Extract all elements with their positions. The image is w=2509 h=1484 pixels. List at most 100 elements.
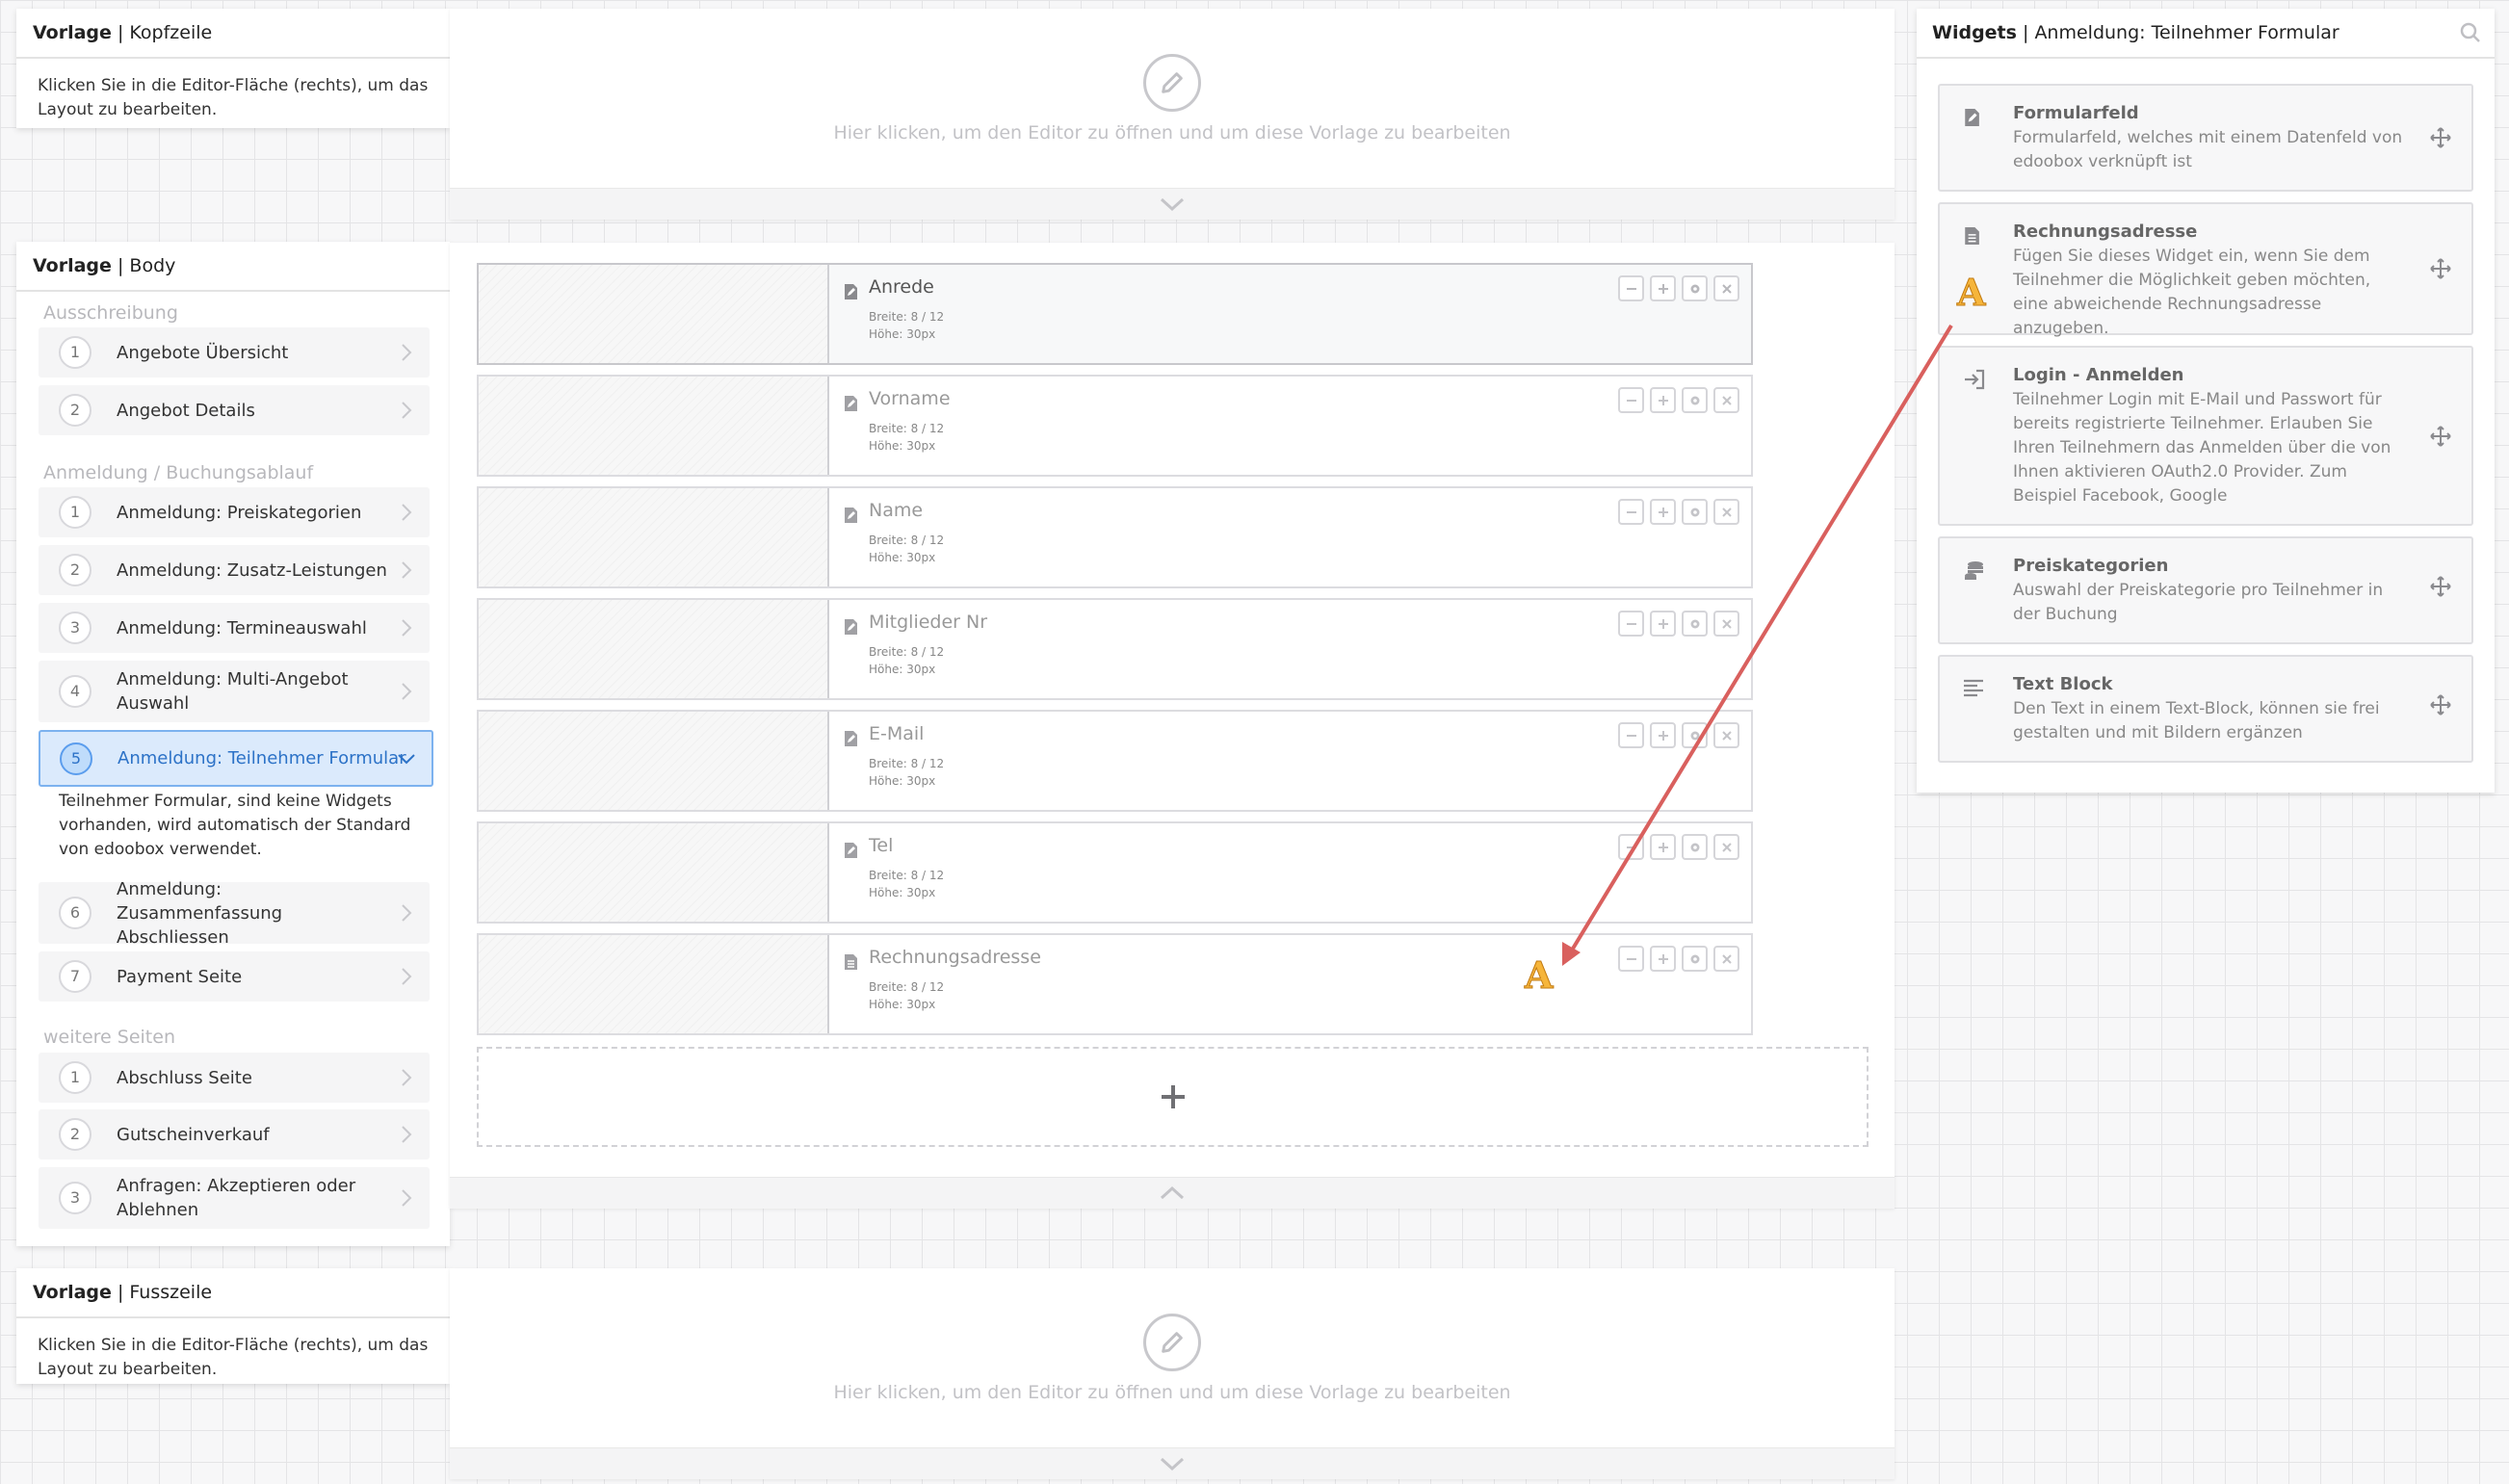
pencil-icon[interactable]: [1143, 54, 1201, 112]
settings-button[interactable]: [1682, 722, 1708, 748]
row-controls: [1618, 946, 1739, 972]
decrease-width-button[interactable]: [1618, 275, 1644, 301]
remove-button[interactable]: [1713, 499, 1739, 525]
form-row-email[interactable]: E-Mail Breite: 8 / 12 Höhe: 30px: [477, 710, 1753, 812]
header-template-title: Vorlage | Kopfzeile: [16, 9, 450, 59]
row-title: E-Mail: [869, 723, 925, 744]
decrease-width-button[interactable]: [1618, 387, 1644, 413]
settings-button[interactable]: [1682, 834, 1708, 860]
chevron-right-icon: [402, 561, 412, 579]
widget-preiskategorien[interactable]: Preiskategorien Auswahl der Preiskategor…: [1938, 536, 2473, 644]
settings-button[interactable]: [1682, 275, 1708, 301]
row-title: Rechnungsadresse: [869, 947, 1041, 968]
settings-button[interactable]: [1682, 499, 1708, 525]
nav-item-termineauswahl[interactable]: 3 Anmeldung: Termineauswahl: [39, 603, 430, 653]
decrease-width-button[interactable]: [1618, 946, 1644, 972]
widget-login-anmelden[interactable]: Login - Anmelden Teilnehmer Login mit E-…: [1938, 346, 2473, 526]
gear-icon: [1690, 508, 1699, 516]
move-icon[interactable]: [2429, 425, 2452, 448]
move-icon[interactable]: [2429, 257, 2452, 280]
remove-button[interactable]: [1713, 722, 1739, 748]
widget-formularfeld[interactable]: Formularfeld Formularfeld, welches mit e…: [1938, 84, 2473, 192]
header-editor-hint[interactable]: Hier klicken, um den Editor zu öffnen un…: [450, 122, 1895, 143]
move-icon[interactable]: [2429, 126, 2452, 149]
increase-width-button[interactable]: [1650, 611, 1676, 637]
header-collapse-toggle[interactable]: [450, 188, 1895, 220]
form-row-mitglieder-nr[interactable]: Mitglieder Nr Breite: 8 / 12 Höhe: 30px: [477, 598, 1753, 700]
increase-width-button[interactable]: [1650, 499, 1676, 525]
widget-rechnungsadresse[interactable]: Rechnungsadresse Fügen Sie dieses Widget…: [1938, 202, 2473, 338]
nav-item-label: Anmeldung: Preiskategorien: [117, 502, 362, 523]
add-row-button[interactable]: [477, 1047, 1869, 1147]
nav-item-angebot-details[interactable]: 2 Angebot Details: [39, 385, 430, 435]
decrease-width-button[interactable]: [1618, 499, 1644, 525]
form-row-tel[interactable]: Tel Breite: 8 / 12 Höhe: 30px: [477, 821, 1753, 924]
nav-item-zusammenfassung[interactable]: 6 Anmeldung: Zusammenfassung Abschliesse…: [39, 879, 430, 948]
group-label-anmeldung: Anmeldung / Buchungsablauf: [43, 462, 314, 483]
close-icon: [1721, 730, 1732, 741]
footer-editor-area[interactable]: Hier klicken, um den Editor zu öffnen un…: [450, 1268, 1895, 1479]
nav-item-anfragen[interactable]: 3 Anfragen: Akzeptieren oder Ablehnen: [39, 1167, 430, 1229]
form-row-anrede[interactable]: Anrede Breite: 8 / 12 Höhe: 30px: [477, 263, 1753, 365]
header-editor-area[interactable]: Hier klicken, um den Editor zu öffnen un…: [450, 9, 1895, 220]
nav-item-angebote-uebersicht[interactable]: 1 Angebote Übersicht: [39, 327, 430, 378]
close-icon: [1721, 395, 1732, 405]
annotation-marker-source: A: [1956, 271, 1986, 315]
row-controls: [1618, 611, 1739, 637]
nav-item-multi-angebot[interactable]: 4 Anmeldung: Multi-Angebot Auswahl: [39, 661, 430, 722]
row-width: Breite: 8 / 12: [869, 422, 945, 435]
decrease-width-button[interactable]: [1618, 722, 1644, 748]
move-icon[interactable]: [2429, 575, 2452, 598]
nav-item-payment-seite[interactable]: 7 Payment Seite: [39, 951, 430, 1002]
nav-item-teilnehmer-formular[interactable]: 5 Anmeldung: Teilnehmer Formular: [39, 730, 433, 787]
pencil-icon[interactable]: [1143, 1314, 1201, 1371]
remove-button[interactable]: [1713, 275, 1739, 301]
increase-width-button[interactable]: [1650, 946, 1676, 972]
increase-width-button[interactable]: [1650, 834, 1676, 860]
row-width: Breite: 8 / 12: [869, 980, 945, 994]
empty-slot[interactable]: [479, 712, 829, 810]
decrease-width-button[interactable]: [1618, 611, 1644, 637]
nav-item-preiskategorien[interactable]: 1 Anmeldung: Preiskategorien: [39, 487, 430, 537]
remove-button[interactable]: [1713, 387, 1739, 413]
empty-slot[interactable]: [479, 377, 829, 475]
footer-template-title: Vorlage | Fusszeile: [16, 1268, 450, 1318]
empty-slot[interactable]: [479, 823, 829, 922]
footer-template-panel: Vorlage | Fusszeile Klicken Sie in die E…: [16, 1268, 450, 1384]
remove-button[interactable]: [1713, 611, 1739, 637]
remove-button[interactable]: [1713, 834, 1739, 860]
step-number: 4: [59, 675, 91, 708]
nav-item-gutscheinverkauf[interactable]: 2 Gutscheinverkauf: [39, 1109, 430, 1159]
empty-slot[interactable]: [479, 600, 829, 698]
increase-width-button[interactable]: [1650, 387, 1676, 413]
widget-text-block[interactable]: Text Block Den Text in einem Text-Block,…: [1938, 655, 2473, 763]
step-number: 1: [59, 1061, 91, 1094]
search-icon[interactable]: [2459, 21, 2482, 44]
form-row-vorname[interactable]: Vorname Breite: 8 / 12 Höhe: 30px: [477, 375, 1753, 477]
footer-collapse-toggle[interactable]: [450, 1447, 1895, 1479]
decrease-width-button[interactable]: [1618, 834, 1644, 860]
form-row-name[interactable]: Name Breite: 8 / 12 Höhe: 30px: [477, 486, 1753, 588]
empty-slot[interactable]: [479, 488, 829, 586]
remove-button[interactable]: [1713, 946, 1739, 972]
form-field-icon: [845, 284, 857, 299]
row-controls: [1618, 722, 1739, 748]
empty-slot[interactable]: [479, 935, 829, 1033]
step-number: 2: [59, 554, 91, 586]
chevron-right-icon: [402, 968, 412, 985]
increase-width-button[interactable]: [1650, 722, 1676, 748]
form-row-rechnungsadresse[interactable]: Rechnungsadresse Breite: 8 / 12 Höhe: 30…: [477, 933, 1753, 1035]
nav-item-zusatz-leistungen[interactable]: 2 Anmeldung: Zusatz-Leistungen: [39, 545, 430, 595]
chevron-right-icon: [402, 504, 412, 521]
settings-button[interactable]: [1682, 946, 1708, 972]
widget-description: Auswahl der Preiskategorie pro Teilnehme…: [2013, 581, 2384, 624]
move-icon[interactable]: [2429, 693, 2452, 716]
footer-editor-hint[interactable]: Hier klicken, um den Editor zu öffnen un…: [450, 1382, 1895, 1403]
settings-button[interactable]: [1682, 611, 1708, 637]
settings-button[interactable]: [1682, 387, 1708, 413]
body-collapse-toggle[interactable]: [450, 1177, 1895, 1209]
increase-width-button[interactable]: [1650, 275, 1676, 301]
row-height: Höhe: 30px: [869, 439, 936, 453]
empty-slot[interactable]: [479, 265, 829, 363]
nav-item-abschluss-seite[interactable]: 1 Abschluss Seite: [39, 1053, 430, 1103]
